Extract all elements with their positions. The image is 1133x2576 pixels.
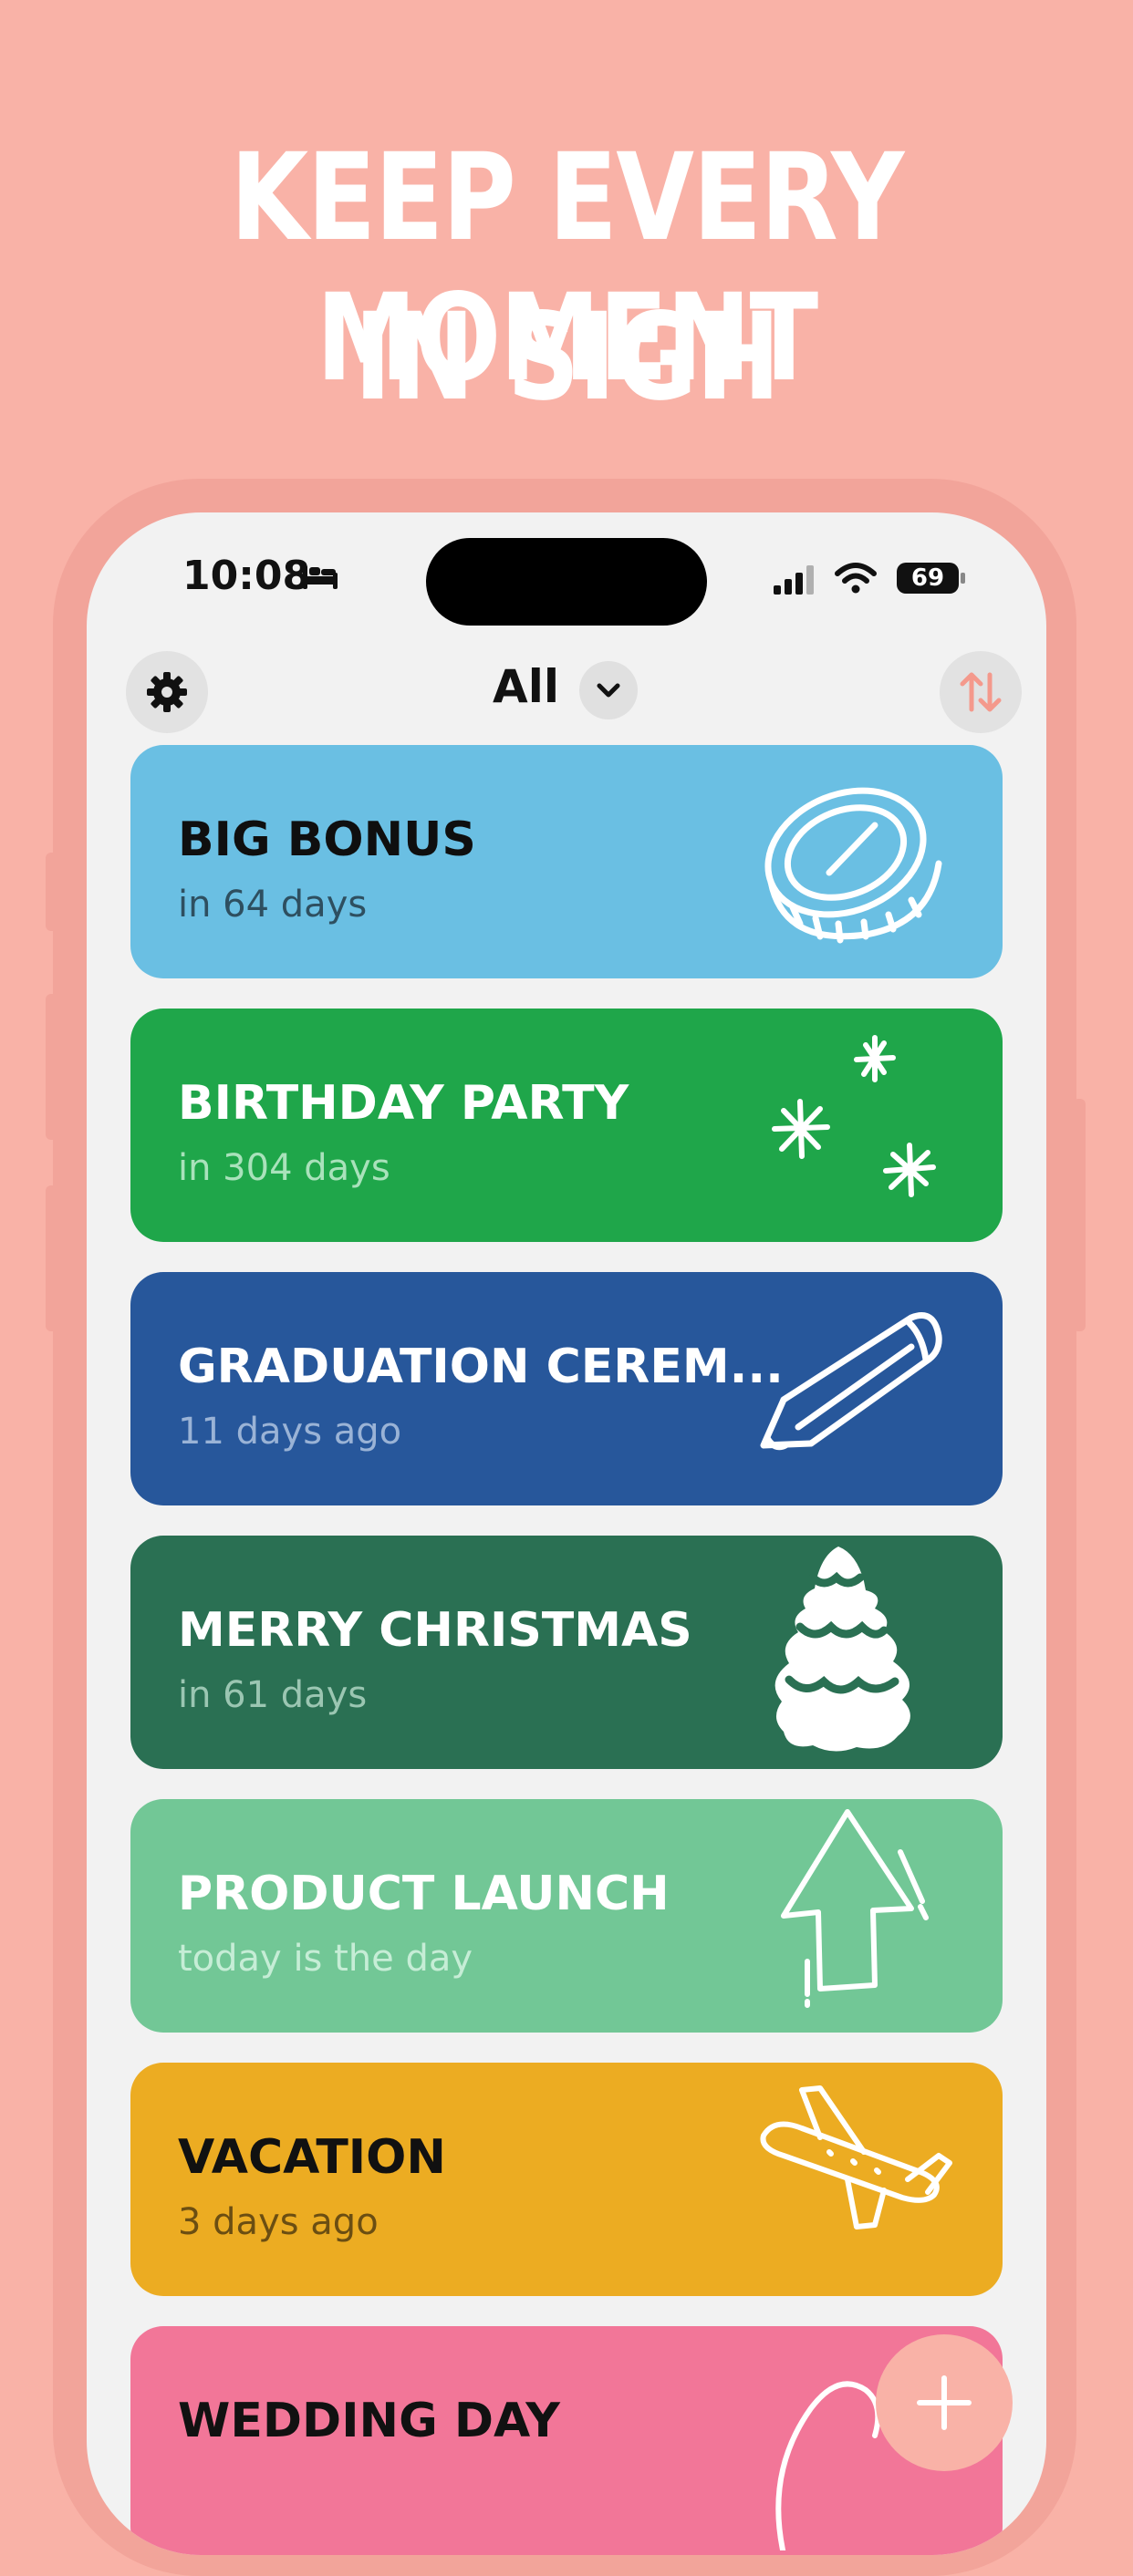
event-countdown: in 61 days	[178, 1674, 368, 1716]
settings-button[interactable]	[126, 651, 208, 733]
phone-side-button	[46, 853, 58, 931]
wifi-icon	[835, 563, 877, 594]
cellular-signal-icon	[774, 565, 814, 595]
battery-cap	[961, 573, 965, 584]
event-title: VACATION	[178, 2130, 446, 2185]
phone-screen: 10:08 69 All BIG BONUS in 64 days BIRTHD…	[87, 512, 1046, 2555]
filter-dropdown-label[interactable]: All	[493, 660, 559, 713]
sort-arrows-icon	[960, 672, 1002, 712]
event-card[interactable]: PRODUCT LAUNCH today is the day	[130, 1799, 1003, 2033]
event-countdown: today is the day	[178, 1938, 473, 1980]
event-title: MERRY CHRISTMAS	[178, 1603, 692, 1658]
event-card[interactable]: BIG BONUS in 64 days	[130, 745, 1003, 978]
dynamic-island	[426, 538, 707, 626]
airplane-icon	[760, 2085, 952, 2229]
event-card[interactable]: MERRY CHRISTMAS in 61 days	[130, 1536, 1003, 1769]
phone-side-button	[46, 994, 58, 1140]
event-countdown: in 64 days	[178, 884, 368, 926]
filter-dropdown-button[interactable]	[579, 661, 638, 719]
event-card[interactable]: BIRTHDAY PARTY in 304 days	[130, 1009, 1003, 1242]
gear-icon	[147, 672, 187, 712]
event-title: BIRTHDAY PARTY	[178, 1076, 629, 1131]
event-title: PRODUCT LAUNCH	[178, 1867, 670, 1921]
status-time: 10:08	[182, 553, 311, 599]
event-title: GRADUATION CEREM...	[178, 1340, 784, 1394]
phone-side-button	[1073, 1099, 1086, 1331]
chevron-down-icon	[597, 683, 620, 698]
event-card[interactable]: WEDDING DAY	[130, 2326, 1003, 2555]
phone-side-button	[46, 1185, 58, 1331]
coin-icon	[764, 787, 942, 944]
sleep-focus-icon	[303, 565, 338, 589]
tree-icon	[774, 1547, 910, 1752]
promo-headline-line2: IN SIGH	[354, 287, 780, 428]
event-countdown: 3 days ago	[178, 2201, 379, 2243]
sort-button[interactable]	[940, 651, 1022, 733]
event-countdown: in 304 days	[178, 1147, 390, 1189]
event-card[interactable]: VACATION 3 days ago	[130, 2063, 1003, 2296]
event-card[interactable]: GRADUATION CEREM... 11 days ago	[130, 1272, 1003, 1505]
event-countdown: 11 days ago	[178, 1411, 402, 1453]
sparkles-icon	[772, 1035, 936, 1197]
event-title: WEDDING DAY	[178, 2394, 560, 2448]
pencil-icon	[760, 1312, 942, 1451]
event-title: BIG BONUS	[178, 812, 476, 867]
battery-indicator: 69	[897, 563, 959, 594]
arrow-up-icon	[781, 1809, 929, 2008]
plus-icon	[917, 2375, 972, 2430]
